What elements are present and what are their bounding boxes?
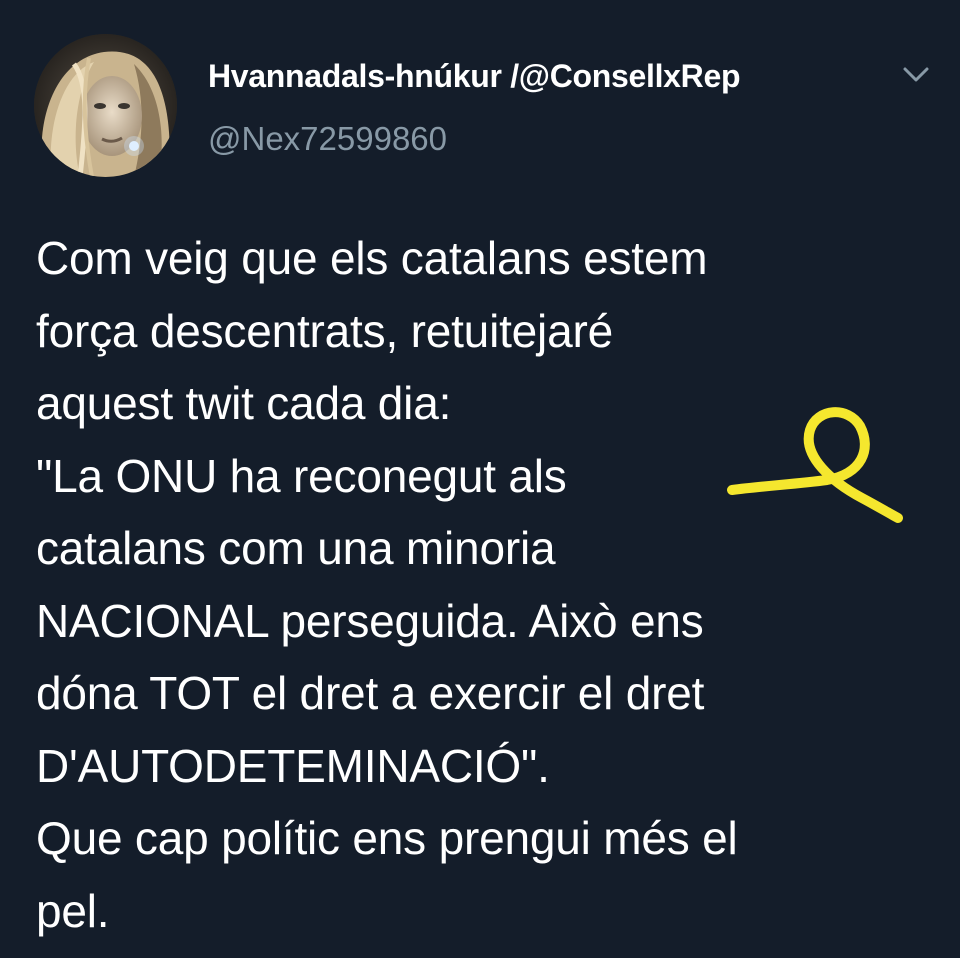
author-handle[interactable]: @Nex72599860 xyxy=(208,120,447,158)
tweet-text-line: NACIONAL perseguida. Això ens xyxy=(36,594,704,647)
tweet-text-line: Com veig que els catalans estem xyxy=(36,232,708,284)
chevron-down-icon[interactable] xyxy=(896,58,936,92)
tweet-text-line: D'AUTODETEMINACIÓ". xyxy=(36,739,550,792)
tweet-text-line: dóna TOT el dret a exercir el dret xyxy=(36,667,705,719)
tweet-text: Com veig que els catalans estem força de… xyxy=(36,222,936,947)
tweet-text-line: Que cap polític ens prengui més el xyxy=(36,812,738,864)
avatar-image xyxy=(34,34,177,177)
avatar[interactable] xyxy=(34,34,177,177)
tweet-text-line: força descentrats, retuitejaré xyxy=(36,304,613,357)
author-display-name[interactable]: Hvannadals-hnúkur /@ConsellxRep xyxy=(208,58,741,95)
tweet-card: Hvannadals-hnúkur /@ConsellxRep @Nex7259… xyxy=(0,0,960,958)
tweet-text-line: pel. xyxy=(36,884,110,937)
yellow-ribbon-icon xyxy=(722,394,912,544)
